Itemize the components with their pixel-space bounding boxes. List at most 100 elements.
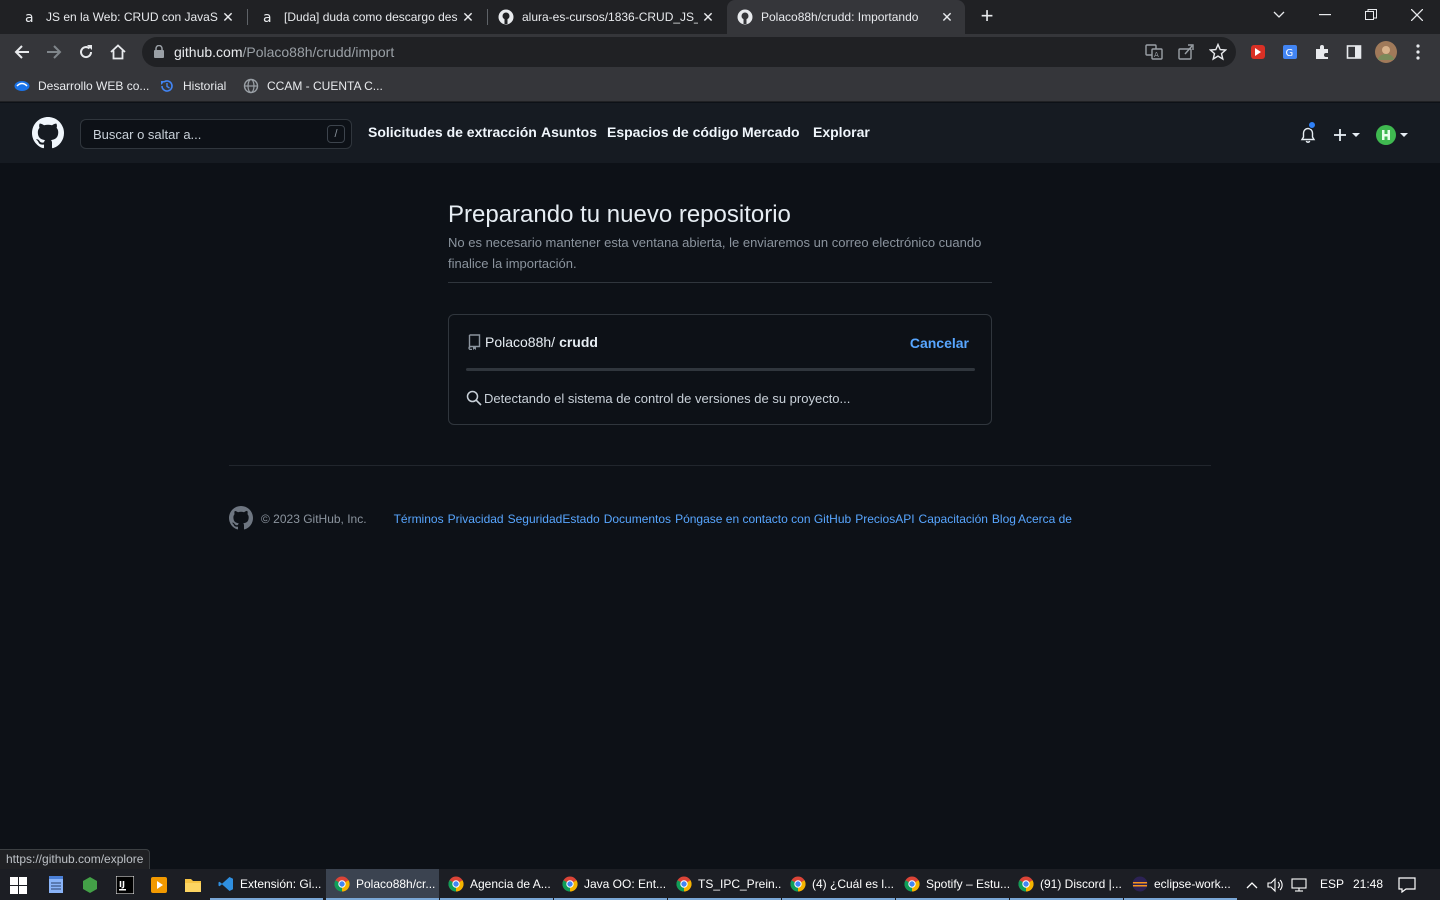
close-window-icon[interactable]	[1394, 0, 1440, 30]
bookmarks-bar: Desarrollo WEB co... Historial CCAM - CU…	[0, 70, 1440, 102]
search-input[interactable]	[81, 120, 321, 148]
browser-tab-strip: a JS en la Web: CRUD con JavaScript ✕ a …	[0, 0, 1440, 34]
restore-icon[interactable]	[1348, 0, 1394, 30]
chrome-icon	[676, 876, 692, 892]
tab-title: Polaco88h/crudd: Importando	[761, 10, 919, 24]
import-progress-bar	[466, 368, 975, 371]
footer-link-contact[interactable]: Póngase en contacto con GitHub	[675, 512, 851, 526]
browser-tab-1[interactable]: a JS en la Web: CRUD con JavaScript ✕	[12, 0, 246, 34]
nav-codespaces[interactable]: Espacios de código	[607, 124, 738, 140]
browser-tab-active[interactable]: Polaco88h/crudd: Importando ✕	[727, 0, 965, 34]
taskbar-app-eclipse[interactable]: eclipse-work...	[1124, 869, 1237, 900]
nav-explore[interactable]: Explorar	[813, 124, 870, 140]
footer-copyright: © 2023 GitHub, Inc.	[261, 512, 367, 526]
eclipse-icon	[1132, 876, 1148, 892]
file-explorer-icon[interactable]	[183, 875, 203, 895]
github-footer-logo-icon[interactable]	[229, 505, 253, 533]
cancel-link[interactable]: Cancelar	[910, 335, 969, 351]
lock-icon[interactable]	[154, 44, 164, 63]
chrome-icon	[334, 876, 350, 892]
vscode-icon	[218, 876, 234, 892]
close-icon[interactable]: ✕	[460, 9, 476, 25]
footer-link-security[interactable]: Seguridad	[508, 512, 563, 526]
github-logo-icon[interactable]	[32, 117, 64, 154]
bookmark-item[interactable]: Desarrollo WEB co...	[14, 76, 149, 96]
back-arrow-icon[interactable]	[8, 38, 36, 66]
svg-text:G: G	[1286, 48, 1294, 59]
side-panel-icon[interactable]	[1342, 40, 1366, 64]
media-player-icon[interactable]	[149, 875, 169, 895]
home-icon[interactable]	[104, 38, 132, 66]
taskbar-app-chrome[interactable]: (91) Discord |...	[1010, 869, 1123, 900]
chrome-icon	[790, 876, 806, 892]
bookmark-item[interactable]: Historial	[159, 76, 226, 96]
alura-icon: a	[260, 9, 276, 25]
input-language[interactable]: ESP	[1320, 877, 1344, 891]
repo-owner[interactable]: Polaco88h/	[485, 334, 555, 350]
taskbar-app-chrome-active[interactable]: Polaco88h/cr...	[326, 869, 439, 900]
network-icon[interactable]	[1290, 875, 1310, 895]
bookmark-label: CCAM - CUENTA C...	[267, 79, 383, 93]
taskbar-app-chrome[interactable]: TS_IPC_Prein...	[668, 869, 781, 900]
kebab-menu-icon[interactable]	[1406, 40, 1430, 64]
page-subtitle: No es necesario mantener esta ventana ab…	[448, 235, 982, 271]
divider	[448, 282, 992, 283]
repo-name[interactable]: crudd	[559, 334, 598, 350]
import-status-box: Polaco88h/ crudd Cancelar Detectando el …	[448, 314, 992, 425]
translate-icon[interactable]: A	[1145, 43, 1163, 66]
minimize-icon[interactable]	[1302, 0, 1348, 30]
windows-start-icon[interactable]	[8, 875, 28, 895]
tray-chevron-up-icon[interactable]	[1242, 875, 1262, 895]
volume-icon[interactable]	[1266, 875, 1286, 895]
action-center-icon[interactable]	[1397, 875, 1417, 895]
taskbar-app-chrome[interactable]: Agencia de A...	[440, 869, 553, 900]
user-avatar-dropdown[interactable]	[1374, 123, 1410, 147]
intellij-icon[interactable]: IJ	[115, 875, 135, 895]
address-bar[interactable]: github.com/Polaco88h/crudd/import A	[142, 37, 1236, 67]
footer-link-pricing[interactable]: Precios	[855, 512, 895, 526]
bookmark-star-icon[interactable]	[1208, 42, 1228, 66]
browser-tab-2[interactable]: a [Duda] duda como descargo des… ✕	[250, 0, 486, 34]
footer-link-blog[interactable]: Blog	[992, 512, 1016, 526]
clock-time[interactable]: 21:48	[1353, 877, 1383, 891]
taskbar-app-label: Java OO: Ent...	[584, 876, 667, 891]
footer-link-docs[interactable]: Documentos	[604, 512, 671, 526]
footer-link-training[interactable]: Capacitación	[919, 512, 988, 526]
reload-icon[interactable]	[72, 38, 100, 66]
extension-red-icon[interactable]	[1246, 40, 1270, 64]
create-new-dropdown[interactable]	[1332, 125, 1362, 145]
footer-link-api[interactable]: API	[895, 512, 914, 526]
bookmark-item[interactable]: CCAM - CUENTA C...	[243, 76, 383, 96]
svg-text:a: a	[263, 10, 272, 25]
footer-link-status[interactable]: Estado	[562, 512, 599, 526]
google-translate-extension-icon[interactable]: G	[1278, 40, 1302, 64]
notepad-icon[interactable]	[46, 875, 66, 895]
forward-arrow-icon[interactable]	[40, 38, 68, 66]
share-icon[interactable]	[1177, 43, 1195, 66]
browser-tab-3[interactable]: alura-es-cursos/1836-CRUD_JS_A ✕	[490, 0, 726, 34]
taskbar-app-vscode[interactable]: Extensión: Gi...	[210, 869, 323, 900]
history-icon	[159, 78, 175, 94]
close-icon[interactable]: ✕	[939, 9, 955, 25]
footer-link-terms[interactable]: Términos	[394, 512, 444, 526]
nav-pull-requests[interactable]: Solicitudes de extracción	[368, 124, 537, 140]
new-tab-button[interactable]: +	[976, 5, 998, 29]
github-header: / Solicitudes de extracción Asuntos Espa…	[0, 103, 1440, 163]
notifications-bell-icon[interactable]	[1298, 125, 1318, 145]
extensions-puzzle-icon[interactable]	[1310, 40, 1334, 64]
nodejs-icon[interactable]	[80, 875, 100, 895]
footer-link-about[interactable]: Acerca de	[1018, 512, 1072, 526]
browser-toolbar: github.com/Polaco88h/crudd/import A G	[0, 34, 1440, 70]
taskbar-app-chrome[interactable]: (4) ¿Cuál es l...	[782, 869, 895, 900]
import-main: Preparando tu nuevo repositorio No es ne…	[448, 200, 992, 425]
nav-issues[interactable]: Asuntos	[541, 124, 597, 140]
tab-search-chevron-icon[interactable]	[1256, 0, 1302, 30]
github-search[interactable]: /	[80, 119, 352, 149]
close-icon[interactable]: ✕	[700, 9, 716, 25]
footer-link-privacy[interactable]: Privacidad	[448, 512, 504, 526]
taskbar-app-chrome[interactable]: Spotify – Estu...	[896, 869, 1009, 900]
profile-avatar[interactable]	[1374, 40, 1398, 64]
close-icon[interactable]: ✕	[220, 9, 236, 25]
nav-marketplace[interactable]: Mercado	[742, 124, 800, 140]
taskbar-app-chrome[interactable]: Java OO: Ent...	[554, 869, 667, 900]
